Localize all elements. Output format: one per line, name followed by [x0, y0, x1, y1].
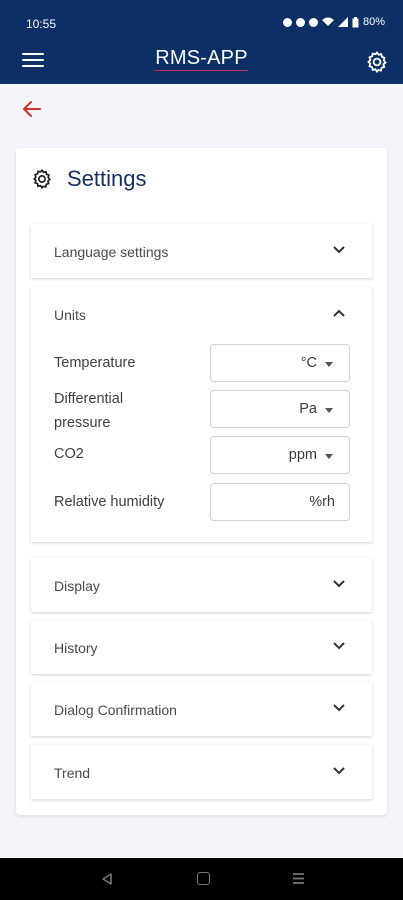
pressure-unit-select[interactable]: Pa — [210, 390, 350, 428]
settings-header: Settings — [31, 166, 147, 192]
notification-icon — [295, 17, 305, 27]
arrow-left-icon[interactable] — [20, 97, 44, 121]
humidity-unit-field[interactable]: %rh — [210, 483, 350, 521]
nav-back-icon[interactable] — [100, 872, 114, 886]
unit-label: Differential pressure — [54, 391, 124, 431]
panel-label: Trend — [54, 765, 91, 781]
unit-row-temperature: Temperature °C — [54, 344, 354, 384]
panel-label: Units — [54, 307, 86, 323]
caret-down-icon — [325, 454, 333, 459]
vibrate-icon — [308, 17, 318, 27]
unit-label: Temperature — [54, 355, 136, 371]
chevron-down-icon — [333, 767, 345, 775]
status-time: 10:55 — [26, 17, 57, 31]
app-bar: RMS-APP — [0, 44, 403, 84]
system-nav-bar — [0, 858, 403, 900]
gear-icon[interactable] — [365, 50, 389, 74]
panel-label: Display — [54, 578, 100, 594]
unit-label: CO2 — [54, 446, 84, 462]
nav-home-icon[interactable] — [197, 872, 210, 885]
alarm-icon — [282, 17, 292, 27]
panel-trend: Trend — [31, 745, 372, 799]
panel-label: Dialog Confirmation — [54, 702, 177, 718]
unit-row-differential-pressure: Differential pressure Pa — [54, 390, 354, 436]
chevron-down-icon — [333, 704, 345, 712]
panel-header-trend[interactable]: Trend — [31, 745, 372, 799]
panel-header-units[interactable]: Units — [31, 287, 372, 341]
panel-label: History — [54, 640, 98, 656]
nav-recents-icon[interactable] — [292, 872, 305, 885]
status-bar: 10:55 80% — [0, 0, 403, 44]
caret-down-icon — [325, 408, 333, 413]
panel-header-history[interactable]: History — [31, 620, 372, 674]
wifi-icon — [321, 17, 334, 26]
page-title: Settings — [67, 166, 147, 191]
chevron-down-icon — [333, 580, 345, 588]
battery-percent: 80% — [362, 16, 385, 28]
co2-unit-select[interactable]: ppm — [210, 436, 350, 474]
unit-row-relative-humidity: Relative humidity %rh — [54, 483, 354, 523]
panel-header-display[interactable]: Display — [31, 558, 372, 612]
unit-value: ppm — [288, 447, 317, 463]
unit-value: %rh — [309, 494, 335, 510]
temperature-unit-select[interactable]: °C — [210, 344, 350, 382]
caret-down-icon — [325, 362, 333, 367]
gear-icon — [33, 169, 51, 190]
chevron-down-icon — [333, 642, 345, 650]
unit-row-co2: CO2 ppm — [54, 436, 354, 476]
panel-units: Units Temperature °C Differential pressu… — [31, 287, 372, 542]
panel-display: Display — [31, 558, 372, 612]
app-title-text: RMS-APP — [155, 47, 248, 71]
unit-value: Pa — [299, 401, 317, 417]
status-icons: 80% — [282, 16, 385, 28]
chevron-up-icon — [333, 309, 345, 317]
panel-header-language-settings[interactable]: Language settings — [31, 224, 372, 278]
unit-label: Relative humidity — [54, 494, 165, 510]
app-title: RMS-APP — [0, 47, 403, 71]
chevron-down-icon — [333, 246, 345, 254]
battery-icon — [352, 16, 359, 27]
unit-value: °C — [300, 355, 317, 371]
panel-dialog-confirmation: Dialog Confirmation — [31, 682, 372, 736]
panel-history: History — [31, 620, 372, 674]
settings-card: Settings Language settings Units Tempera… — [16, 148, 387, 815]
signal-icon — [337, 17, 348, 27]
panel-language-settings: Language settings — [31, 224, 372, 278]
panel-header-dialog-confirmation[interactable]: Dialog Confirmation — [31, 682, 372, 736]
panel-label: Language settings — [54, 244, 169, 260]
